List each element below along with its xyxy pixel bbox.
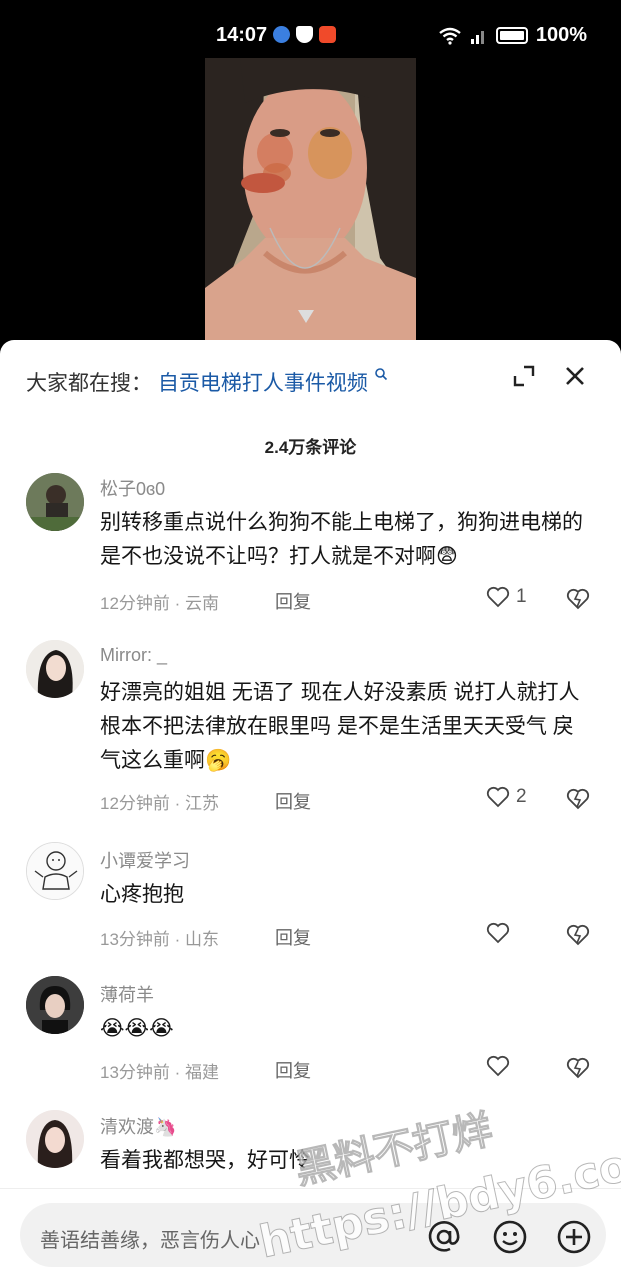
search-suggestion[interactable]: 大家都在搜： 自贡电梯打人事件视频 [26,367,388,397]
search-prefix: 大家都在搜： [26,372,152,395]
reply-button[interactable]: 回复 [275,924,311,950]
search-query[interactable]: 自贡电梯打人事件视频 [158,372,368,395]
expand-icon[interactable] [512,364,536,388]
avatar[interactable] [26,1110,84,1168]
emoji-icon[interactable] [492,1219,528,1255]
reply-button[interactable]: 回复 [275,788,311,814]
avatar[interactable] [26,640,84,698]
avatar[interactable] [26,842,84,900]
heart-icon [486,586,510,608]
comment-author[interactable]: 薄荷羊 [100,981,154,1007]
status-right: 100% [438,24,587,47]
avatar-image [26,640,84,698]
avatar[interactable] [26,473,84,531]
comment-text: 心疼抱抱 [100,883,184,906]
comment-input-bar: 善语结善缘，恶言伤人心 [0,1188,621,1280]
shield-icon [296,26,313,43]
heart-icon [486,786,510,808]
status-notification-icons [273,26,336,43]
comment-text: 好漂亮的姐姐 无语了 现在人好没素质 说打人就打人 根本不把法律放在眼里吗 是不… [100,681,580,772]
comment-author[interactable]: Mirror: _ [100,645,167,666]
like-button[interactable] [486,922,510,944]
dislike-heart-icon[interactable] [566,788,590,810]
comment-sheet: 大家都在搜： 自贡电梯打人事件视频 2.4万条评论 松子0ɞ0 别转移重点说什么… [0,340,621,1280]
comment-author[interactable]: 小谭爱学习 [100,847,190,873]
video-player[interactable] [205,58,416,358]
status-bar: 14:07 100% [0,0,621,58]
like-count: 1 [516,586,527,607]
dislike-heart-icon[interactable] [566,1057,590,1079]
reply-button[interactable]: 回复 [275,588,311,614]
battery-icon [495,27,528,44]
comment-input[interactable]: 善语结善缘，恶言伤人心 [20,1203,606,1267]
status-time: 14:07 [216,24,268,46]
like-button[interactable]: 1 [486,586,527,608]
heart-icon [486,922,510,944]
dislike-heart-icon[interactable] [566,588,590,610]
avatar-image [26,473,84,531]
reply-button[interactable]: 回复 [275,1057,311,1083]
like-button[interactable]: 2 [486,786,527,808]
at-icon[interactable] [426,1219,462,1255]
avatar[interactable] [26,976,84,1034]
comment-author[interactable]: 清欢渡🦄 [100,1113,176,1139]
add-icon[interactable] [556,1219,592,1255]
comment-time-location: 13分钟前 · 福建 [100,1063,220,1082]
like-count: 2 [516,786,527,807]
comment-input-placeholder: 善语结善缘，恶言伤人心 [40,1230,260,1252]
comment-time-location: 13分钟前 · 山东 [100,930,220,949]
comment-text: 😭😭😭 [100,1017,174,1040]
like-button[interactable] [486,1055,510,1077]
battery-percent: 100% [535,24,587,46]
signal-icon [470,30,484,44]
close-icon[interactable] [563,364,587,388]
heart-icon [486,1055,510,1077]
avatar-image [26,1110,84,1168]
app-badge-icon [319,26,336,43]
dislike-heart-icon[interactable] [566,924,590,946]
comment-time-location: 12分钟前 · 云南 [100,594,220,613]
comment-time-location: 12分钟前 · 江苏 [100,794,220,813]
avatar-image [26,976,84,1034]
search-icon [374,368,387,381]
video-frame [205,58,416,358]
browser-app-icon [273,26,290,43]
comment-author[interactable]: 松子0ɞ0 [100,475,165,501]
comment-count: 2.4万条评论 [264,438,357,457]
wifi-icon [439,27,461,45]
comment-text: 看着我都想哭，好可怜 [100,1149,310,1172]
avatar-image [27,843,83,899]
comment-text: 别转移重点说什么狗狗不能上电梯了，狗狗进电梯的是不也没说不让吗？打人就是不对啊😨 [100,511,583,568]
